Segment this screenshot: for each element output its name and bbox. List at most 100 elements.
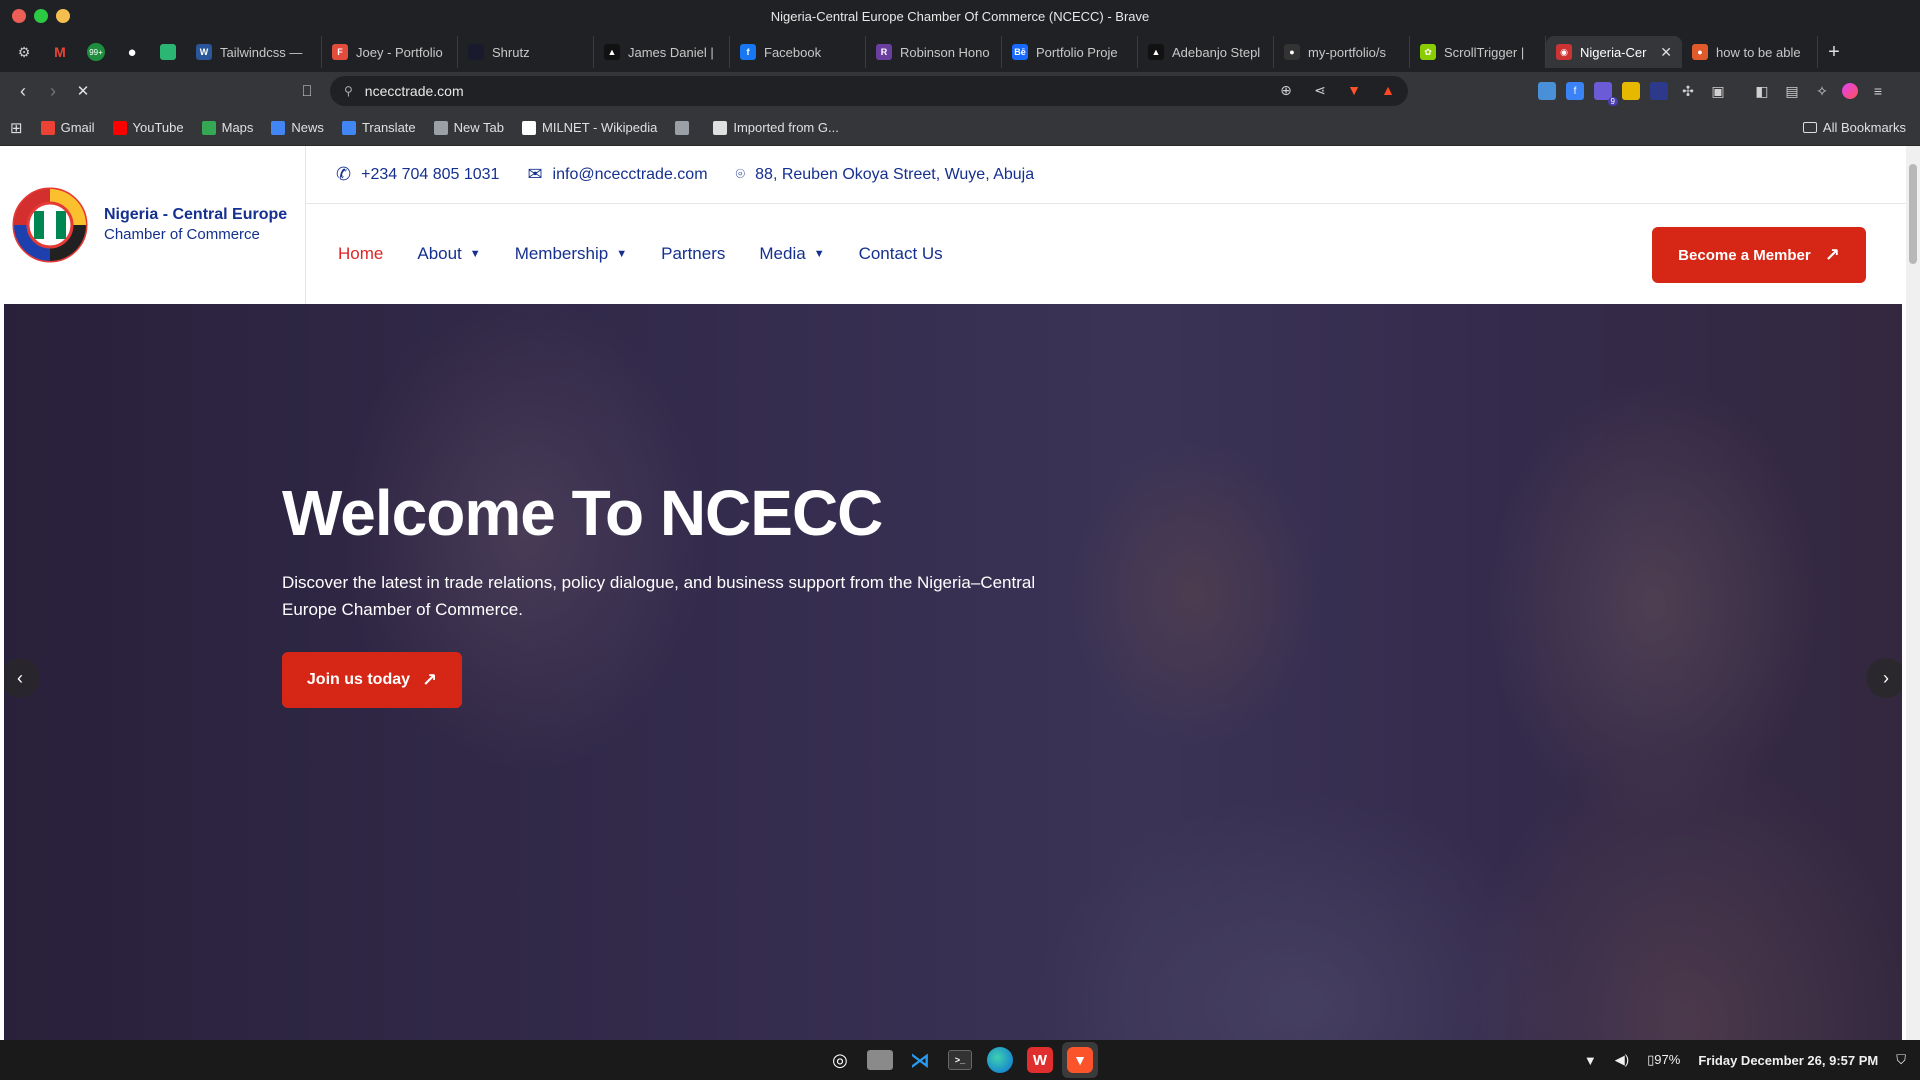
extension-capture-icon[interactable] (1650, 82, 1668, 100)
bookmark-favicon-icon (713, 120, 728, 135)
pinned-tab-keep[interactable] (150, 36, 186, 68)
browser-tab[interactable]: W Tailwindcss — (186, 36, 322, 68)
bookmark-item[interactable]: MILNET - Wikipedia (522, 120, 657, 135)
nav-partners[interactable]: Partners (661, 244, 725, 264)
tab-close-icon[interactable]: ✕ (1660, 44, 1672, 61)
browser-tab[interactable]: ▲ James Daniel | (594, 36, 730, 68)
extension-badge-count: 9 (1607, 97, 1618, 106)
bookmark-item[interactable]: New Tab (433, 120, 504, 135)
vscode-app-icon[interactable]: ⋊ (902, 1042, 938, 1078)
apps-grid-icon[interactable]: ⊞ (10, 119, 23, 137)
brave-shields-icon[interactable]: ▼ (1344, 80, 1364, 100)
browser-tab[interactable]: ● how to be able (1682, 36, 1818, 68)
bookmark-favicon-icon (341, 120, 356, 135)
pinned-tab-chat[interactable]: 99+ (78, 36, 114, 68)
url-text[interactable]: ncecctrade.com (365, 83, 464, 99)
tab-favicon-icon: ▲ (1148, 44, 1164, 60)
nav-about[interactable]: About ▼ (417, 244, 480, 264)
sidebar-icon[interactable]: ◧ (1752, 81, 1772, 101)
email-address: info@ncecctrade.com (552, 165, 708, 183)
bookmark-page-button[interactable]: ⎕ (292, 76, 322, 106)
tab-label: how to be able (1716, 44, 1801, 60)
address-bar[interactable]: ⚲ ncecctrade.com ⊕ ⋖ ▼ ▲ (330, 76, 1408, 106)
browser-tab[interactable]: f Facebook (730, 36, 866, 68)
wallet-icon[interactable]: ▣ (1708, 81, 1728, 101)
site-logo[interactable]: Nigeria - Central Europe Chamber of Comm… (0, 146, 306, 304)
browser-tab[interactable]: Bē Portfolio Proje (1002, 36, 1138, 68)
brave-app-icon[interactable]: ▼ (1062, 1042, 1098, 1078)
join-us-button[interactable]: Join us today ↗ (282, 652, 462, 708)
street-address: 88, Reuben Okoya Street, Wuye, Abuja (755, 165, 1035, 183)
battery-percent: 97% (1654, 1052, 1681, 1067)
nav-membership[interactable]: Membership ▼ (515, 244, 627, 264)
browser-tab[interactable]: ● my-portfolio/s (1274, 36, 1410, 68)
maximize-window-button[interactable] (34, 9, 48, 23)
clock[interactable]: Friday December 26, 9:57 PM (1698, 1053, 1878, 1068)
join-us-label: Join us today (306, 671, 411, 688)
become-member-button[interactable]: Become a Member ↗ (1652, 227, 1866, 283)
browser-tab[interactable]: F Joey - Portfolio (322, 36, 458, 68)
contact-email[interactable]: ✉ info@ncecctrade.com (527, 164, 707, 185)
shield-icon[interactable]: ⛉ (1896, 1052, 1906, 1068)
bookmark-icon: ⎕ (302, 82, 312, 100)
extension-theme-icon[interactable] (1622, 82, 1640, 100)
browser-tab[interactable]: Shrutz (458, 36, 594, 68)
nav-contact-us[interactable]: Contact Us (859, 244, 943, 264)
files-app-icon[interactable] (862, 1042, 898, 1078)
bookmark-item[interactable] (675, 120, 695, 135)
bookmark-label: News (291, 120, 324, 135)
browser-tab[interactable]: R Robinson Hono (866, 36, 1002, 68)
slider-next-button[interactable]: › (1866, 658, 1902, 698)
new-tab-button[interactable]: + (1818, 41, 1850, 64)
all-bookmarks-button[interactable]: All Bookmarks (1802, 120, 1906, 135)
location-pin-icon: ⌾ (735, 165, 746, 183)
share-icon[interactable]: ⋖ (1310, 80, 1330, 100)
nav-media[interactable]: Media ▼ (759, 244, 824, 264)
back-button[interactable]: ‹ (8, 76, 38, 106)
browser-tab[interactable]: ▲ Adebanjo Stepl (1138, 36, 1274, 68)
window-title: Nigeria-Central Europe Chamber Of Commer… (770, 8, 1150, 24)
logo-line-1: Nigeria - Central Europe (104, 206, 288, 223)
contact-phone[interactable]: ✆ +234 704 805 1031 (336, 164, 499, 185)
brave-rewards-icon[interactable]: ▲ (1378, 80, 1398, 100)
wifi-icon[interactable]: ▼ (1584, 1053, 1597, 1068)
pinned-tab-settings[interactable]: ⚙ (6, 36, 42, 68)
close-window-button[interactable] (12, 9, 26, 23)
bookmark-item[interactable]: Translate (341, 120, 416, 135)
wallet-app-icon[interactable]: ▤ (1782, 81, 1802, 101)
pinned-tab-gmail[interactable]: M (42, 36, 78, 68)
minimize-window-button[interactable] (56, 9, 70, 23)
profile-avatar-icon[interactable] (1842, 83, 1858, 99)
leo-ai-icon[interactable]: ✧ (1812, 81, 1832, 101)
bookmark-label: Maps (221, 120, 254, 135)
menu-icon[interactable]: ≡ (1868, 81, 1888, 101)
ubuntu-menu-icon[interactable]: ◎ (822, 1042, 858, 1078)
zoom-icon[interactable]: ⊕ (1276, 80, 1296, 100)
wps-office-app-icon[interactable]: W (1022, 1042, 1058, 1078)
bookmark-item[interactable]: News (271, 120, 324, 135)
window-titlebar: Nigeria-Central Europe Chamber Of Commer… (0, 0, 1920, 32)
bookmark-item[interactable]: Gmail (40, 120, 95, 135)
extension-docs-icon[interactable] (1538, 82, 1556, 100)
stop-loading-button[interactable]: ✕ (68, 76, 98, 106)
bookmark-label: Translate (361, 120, 416, 135)
pinned-tab-github[interactable]: ● (114, 36, 150, 68)
battery-indicator[interactable]: ▯97% (1647, 1052, 1680, 1068)
bookmark-item[interactable]: YouTube (112, 120, 184, 135)
contact-address[interactable]: ⌾ 88, Reuben Okoya Street, Wuye, Abuja (736, 166, 1035, 184)
extension-font-icon[interactable]: f (1566, 82, 1584, 100)
terminal-app-icon[interactable]: >_ (942, 1042, 978, 1078)
page-scrollbar[interactable] (1906, 146, 1920, 1040)
nav-home[interactable]: Home (338, 244, 383, 264)
puzzle-icon[interactable]: ✣ (1678, 81, 1698, 101)
bookmark-item[interactable]: Imported from G... (713, 120, 839, 135)
browser-tab[interactable]: ✿ ScrollTrigger | (1410, 36, 1546, 68)
edge-app-icon[interactable] (982, 1042, 1018, 1078)
bookmark-item[interactable]: Maps (201, 120, 254, 135)
scrollbar-thumb[interactable] (1909, 164, 1917, 264)
extension-badge-icon[interactable]: 9 (1594, 82, 1618, 106)
forward-button[interactable]: › (38, 76, 68, 106)
volume-icon[interactable]: ◀) (1615, 1052, 1629, 1068)
tab-active[interactable]: ◉ Nigeria-Cer ✕ (1546, 36, 1682, 68)
site-info-icon[interactable]: ⚲ (344, 84, 353, 98)
